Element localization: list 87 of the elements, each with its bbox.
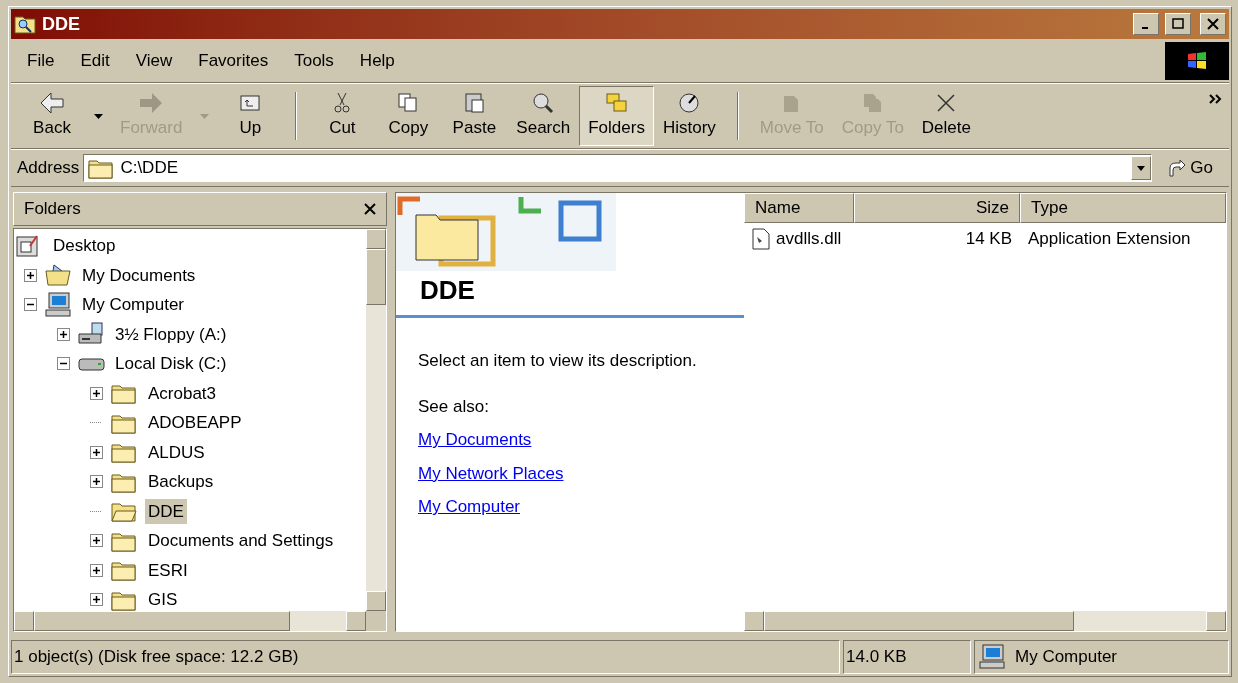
tree-item[interactable]: DDE bbox=[145, 498, 187, 524]
expand-icon[interactable] bbox=[90, 593, 103, 607]
folder-icon bbox=[111, 441, 137, 464]
tree-item[interactable]: GIS bbox=[145, 587, 181, 611]
address-label: Address bbox=[17, 157, 80, 180]
status-size: 14.0 KB bbox=[843, 640, 971, 674]
menu-item[interactable]: Edit bbox=[74, 47, 116, 74]
toolbar-button[interactable]: Back bbox=[19, 86, 85, 146]
computer-icon bbox=[979, 644, 1007, 670]
maximize-icon[interactable] bbox=[1165, 13, 1191, 35]
caret-icon bbox=[1137, 165, 1146, 171]
expand-icon[interactable] bbox=[24, 268, 37, 282]
folder-heading: DDE bbox=[419, 277, 476, 303]
tree-item[interactable]: ADOBEAPP bbox=[145, 410, 245, 436]
tree-item[interactable]: ALDUS bbox=[145, 439, 208, 465]
clipboard-icon bbox=[462, 91, 487, 116]
folder-search-icon bbox=[14, 14, 36, 34]
tree-item[interactable]: Desktop bbox=[50, 233, 119, 259]
toolbar-button[interactable]: Search bbox=[507, 86, 580, 146]
column-header[interactable]: Size bbox=[854, 193, 1020, 223]
status-zone: My Computer bbox=[974, 640, 1229, 674]
expand-icon[interactable] bbox=[90, 445, 103, 459]
right-arrow-icon bbox=[139, 91, 164, 116]
toolbar-button[interactable]: Folders bbox=[579, 86, 654, 146]
dropdown-button[interactable] bbox=[1131, 156, 1152, 180]
chevron-icon[interactable] bbox=[1209, 94, 1223, 104]
floppy-drive-icon bbox=[78, 322, 106, 347]
address-field[interactable]: C:\DDE bbox=[83, 154, 1153, 182]
tree-item[interactable]: ESRI bbox=[145, 557, 191, 583]
menu-item[interactable]: File bbox=[21, 47, 61, 74]
folder-icon bbox=[111, 382, 137, 405]
toolbar-button[interactable]: Copy bbox=[375, 86, 442, 146]
toolbar-button[interactable]: Cut bbox=[309, 86, 376, 146]
tree-item[interactable]: Local Disk (C:) bbox=[112, 351, 230, 377]
collapse-icon[interactable] bbox=[24, 298, 37, 312]
folder-icon bbox=[88, 157, 115, 179]
pane-title: Folders bbox=[24, 198, 82, 221]
horizontal-scrollbar[interactable] bbox=[744, 611, 1226, 631]
expand-icon[interactable] bbox=[57, 327, 70, 341]
toolbar-button[interactable]: Delete bbox=[912, 86, 980, 146]
toolbar-button[interactable]: Paste bbox=[441, 86, 508, 146]
table-cell-text: Application Extension bbox=[1028, 228, 1191, 251]
open-folder-icon bbox=[111, 500, 137, 523]
toolbar-button[interactable]: Up bbox=[217, 86, 284, 146]
link[interactable]: My Documents bbox=[418, 427, 532, 453]
collapse-icon[interactable] bbox=[57, 357, 70, 371]
tree-item[interactable]: Documents and Settings bbox=[145, 528, 337, 554]
horizontal-scrollbar[interactable] bbox=[14, 611, 366, 631]
caret-icon bbox=[199, 113, 209, 119]
windows-logo-icon bbox=[1165, 41, 1229, 80]
see-also-label: See also: bbox=[417, 395, 490, 418]
minimize-icon[interactable] bbox=[1133, 13, 1159, 35]
computer-icon bbox=[45, 291, 73, 318]
tree-item[interactable]: 3½ Floppy (A:) bbox=[112, 321, 230, 347]
expand-icon[interactable] bbox=[90, 475, 103, 489]
folder-icon bbox=[111, 559, 137, 582]
file-icon bbox=[752, 228, 770, 250]
window-title: DDE bbox=[42, 12, 80, 36]
close-icon[interactable] bbox=[364, 203, 376, 215]
caret-icon bbox=[93, 113, 103, 119]
link[interactable]: My Computer bbox=[418, 494, 521, 520]
expand-icon[interactable] bbox=[90, 563, 103, 577]
menu-item[interactable]: Help bbox=[353, 47, 401, 74]
column-header[interactable]: Name bbox=[744, 193, 854, 223]
description-text: Select an item to view its description. bbox=[417, 350, 698, 372]
tree-item[interactable]: My Computer bbox=[79, 292, 188, 318]
toolbar-button[interactable]: History bbox=[653, 86, 725, 146]
link[interactable]: My Network Places bbox=[418, 460, 564, 486]
tree-item[interactable]: Backups bbox=[145, 469, 217, 495]
go-button[interactable]: Go bbox=[1156, 155, 1223, 181]
table-cell[interactable]: avdlls.dll bbox=[776, 226, 842, 252]
clock-icon bbox=[677, 91, 702, 116]
vertical-scrollbar[interactable] bbox=[366, 229, 386, 611]
expand-icon[interactable] bbox=[90, 534, 103, 548]
column-header[interactable]: Type bbox=[1020, 193, 1226, 223]
menu-item[interactable]: Tools bbox=[288, 47, 340, 74]
left-arrow-icon bbox=[40, 91, 64, 116]
tree-item[interactable]: Acrobat3 bbox=[145, 380, 220, 406]
expand-icon[interactable] bbox=[90, 386, 103, 400]
status-text: 1 object(s) (Disk free space: 12.2 GB) bbox=[11, 640, 840, 674]
tree-item[interactable]: My Documents bbox=[79, 262, 199, 288]
hard-drive-icon bbox=[78, 355, 106, 372]
menu-item[interactable]: View bbox=[129, 47, 179, 74]
folder-with-paper-icon bbox=[45, 263, 73, 288]
table-cell-text: 14 KB bbox=[965, 228, 1012, 251]
curved-arrow-icon bbox=[1166, 158, 1187, 178]
menu-item[interactable]: Favorites bbox=[192, 47, 275, 74]
